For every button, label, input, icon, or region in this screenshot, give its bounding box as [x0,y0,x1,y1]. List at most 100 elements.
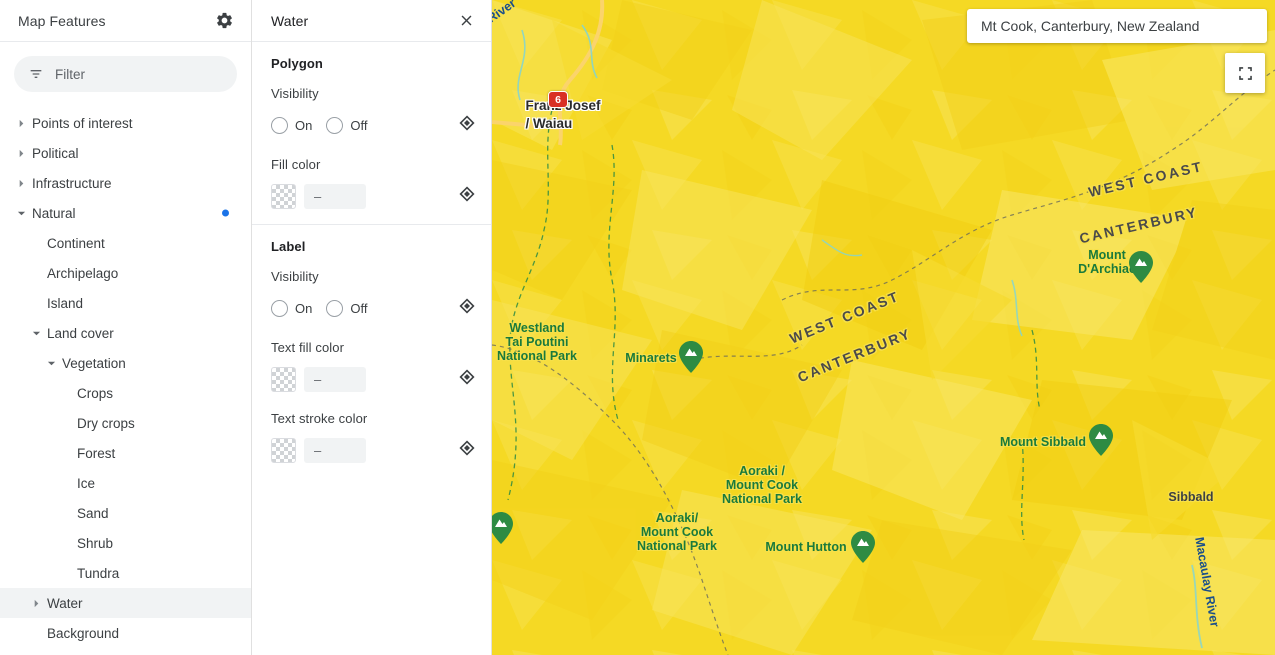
chevron-down-icon [47,361,55,365]
close-icon[interactable] [455,10,477,32]
radio-button[interactable] [271,299,288,317]
section-title: Label [271,239,306,254]
reset-button[interactable] [459,297,475,319]
radio-button[interactable] [271,116,288,134]
chevron-down-icon [32,331,40,335]
sidebar-item-political[interactable]: Political [0,138,251,168]
sidebar-item-island[interactable]: Island [0,288,251,318]
map-search-input[interactable]: Mt Cook, Canterbury, New Zealand [967,9,1267,43]
field-control-row: On Off [271,111,475,139]
reset-button[interactable] [459,185,475,207]
color-value-input[interactable]: – [304,183,366,209]
radio-option-off[interactable]: Off [326,299,368,317]
reset-button[interactable] [459,114,475,136]
map-pin-mount-hutton[interactable] [850,530,876,564]
properties-title: Water [271,12,309,29]
field-control-row: – [271,436,475,464]
sidebar-item-label: Natural [32,205,76,221]
field-control: – [271,183,459,209]
mountain-pin-icon [1089,424,1113,456]
modified-indicator-dot [222,209,229,217]
chevron-down-icon[interactable] [14,206,28,220]
filter-icon [28,66,44,82]
color-value-input[interactable]: – [304,366,366,392]
chevron-right-icon[interactable] [29,596,43,610]
map-pin-unlabeled[interactable] [492,511,514,545]
sidebar-item-shrub[interactable]: Shrub [0,528,251,558]
sidebar-item-ice[interactable]: Ice [0,468,251,498]
sidebar-item-water[interactable]: Water [0,588,251,618]
radio-option-on[interactable]: On [271,299,312,317]
property-section-label: Label Visibility On Off Text fill color – Text… [252,224,491,478]
sidebar-item-infrastructure[interactable]: Infrastructure [0,168,251,198]
gear-icon[interactable] [213,10,235,32]
properties-sections: Polygon Visibility On Off Fill color – Label Vi… [252,42,491,478]
reset-diamond-icon[interactable] [459,114,475,131]
field-label: Visibility [271,269,319,284]
field-label: Fill color [271,157,321,172]
fullscreen-icon [1238,66,1252,80]
sidebar-item-label: Water [47,595,83,611]
reset-diamond-icon[interactable] [459,185,475,202]
reset-diamond-icon[interactable] [459,439,475,456]
sidebar-item-label: Vegetation [62,355,126,371]
mountain-pin-icon [492,512,513,544]
chevron-down-icon[interactable] [29,326,43,340]
properties-header: Water [252,0,491,42]
sidebar-item-tundra[interactable]: Tundra [0,558,251,588]
map-pin-mount-sibbald[interactable] [1088,423,1114,457]
map-search-value: Mt Cook, Canterbury, New Zealand [981,18,1200,34]
sidebar-item-archipelago[interactable]: Archipelago [0,258,251,288]
chevron-right-icon[interactable] [14,116,28,130]
filter-input[interactable]: Filter [14,56,237,92]
radio-button[interactable] [326,116,344,134]
color-value-input[interactable]: – [304,437,366,463]
sidebar-item-vegetation[interactable]: Vegetation [0,348,251,378]
highway-shield-6[interactable]: 6 [548,91,568,108]
chevron-down-icon[interactable] [44,356,58,370]
chevron-right-icon[interactable] [14,176,28,190]
feature-properties-panel: Water Polygon Visibility On Off Fill color – L… [252,0,492,655]
map-pin-minarets[interactable] [678,340,704,374]
chevron-right-icon[interactable] [14,146,28,160]
fullscreen-button[interactable] [1225,53,1265,93]
sidebar-item-points-of-interest[interactable]: Points of interest [0,108,251,138]
sidebar-item-label: Continent [47,235,105,251]
radio-button[interactable] [326,299,344,317]
sidebar-item-sand[interactable]: Sand [0,498,251,528]
sidebar-item-label: Points of interest [32,115,133,131]
chevron-right-icon [19,119,23,127]
sidebar-item-label: Island [47,295,84,311]
field-label: Visibility [271,86,319,101]
reset-diamond-icon[interactable] [459,297,475,314]
mountain-pin-icon [1129,251,1153,283]
sidebar-item-dry-crops[interactable]: Dry crops [0,408,251,438]
sidebar-header: Map Features [0,0,251,42]
reset-button[interactable] [459,439,475,461]
sidebar-item-forest[interactable]: Forest [0,438,251,468]
map-canvas[interactable]: Mt Cook, Canterbury, New Zealand o River… [492,0,1275,655]
sidebar-item-label: Ice [77,475,96,491]
field-label: Text stroke color [271,411,368,426]
sidebar-item-crops[interactable]: Crops [0,378,251,408]
sidebar-item-natural[interactable]: Natural [0,198,251,228]
radio-option-off[interactable]: Off [326,116,367,134]
sidebar-item-label: Shrub [77,535,114,551]
color-swatch[interactable] [271,183,296,209]
radio-label: Off [350,300,368,316]
sidebar-item-label: Forest [77,445,116,461]
reset-diamond-icon[interactable] [459,368,475,385]
sidebar-item-background[interactable]: Background [0,618,251,648]
color-swatch[interactable] [271,437,296,463]
chevron-right-icon [19,149,23,157]
reset-button[interactable] [459,368,475,390]
sidebar-item-land-cover[interactable]: Land cover [0,318,251,348]
color-swatch[interactable] [271,366,296,392]
chevron-right-icon [34,599,38,607]
radio-option-on[interactable]: On [271,116,312,134]
field-control: – [271,437,459,463]
sidebar-item-label: Sand [77,505,109,521]
sidebar-item-continent[interactable]: Continent [0,228,251,258]
map-pin-mount-darchiac[interactable] [1128,250,1154,284]
sidebar-item-label: Political [32,145,79,161]
